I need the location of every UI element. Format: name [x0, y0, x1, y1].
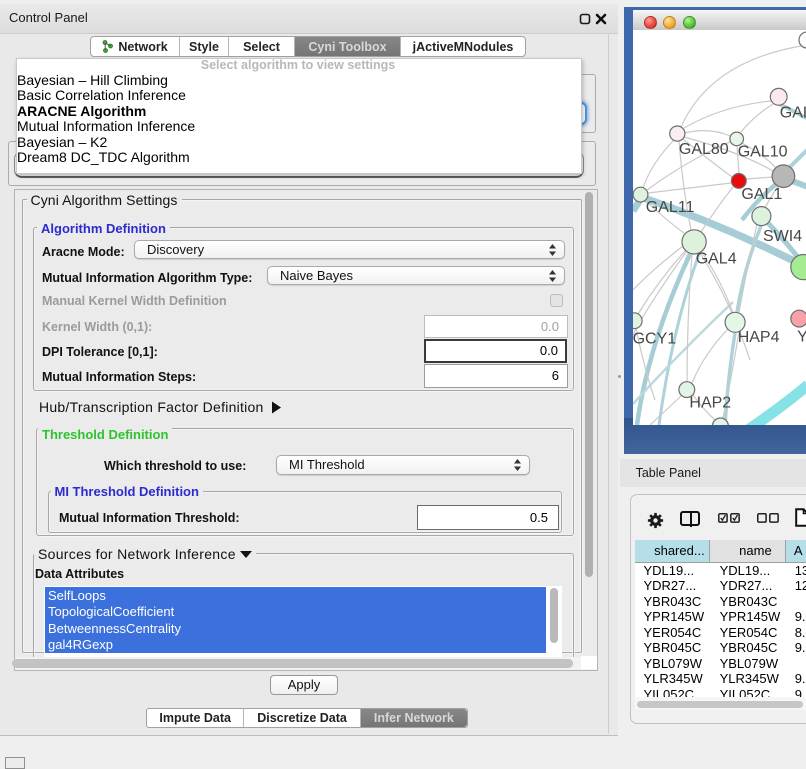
svg-text:GAL1: GAL1 — [741, 186, 782, 203]
svg-text:GAL80: GAL80 — [679, 141, 729, 158]
svg-text:GAL11: GAL11 — [646, 199, 695, 216]
svg-text:SWI4: SWI4 — [763, 228, 802, 245]
svg-text:HAP2: HAP2 — [689, 395, 731, 412]
svg-text:YP: YP — [797, 329, 806, 346]
svg-text:GAL4: GAL4 — [696, 250, 737, 267]
svg-text:HAP4: HAP4 — [738, 329, 780, 346]
svg-text:GAL7: GAL7 — [780, 104, 806, 121]
svg-text:GCY1: GCY1 — [633, 331, 676, 348]
svg-text:GAL10: GAL10 — [738, 144, 788, 161]
